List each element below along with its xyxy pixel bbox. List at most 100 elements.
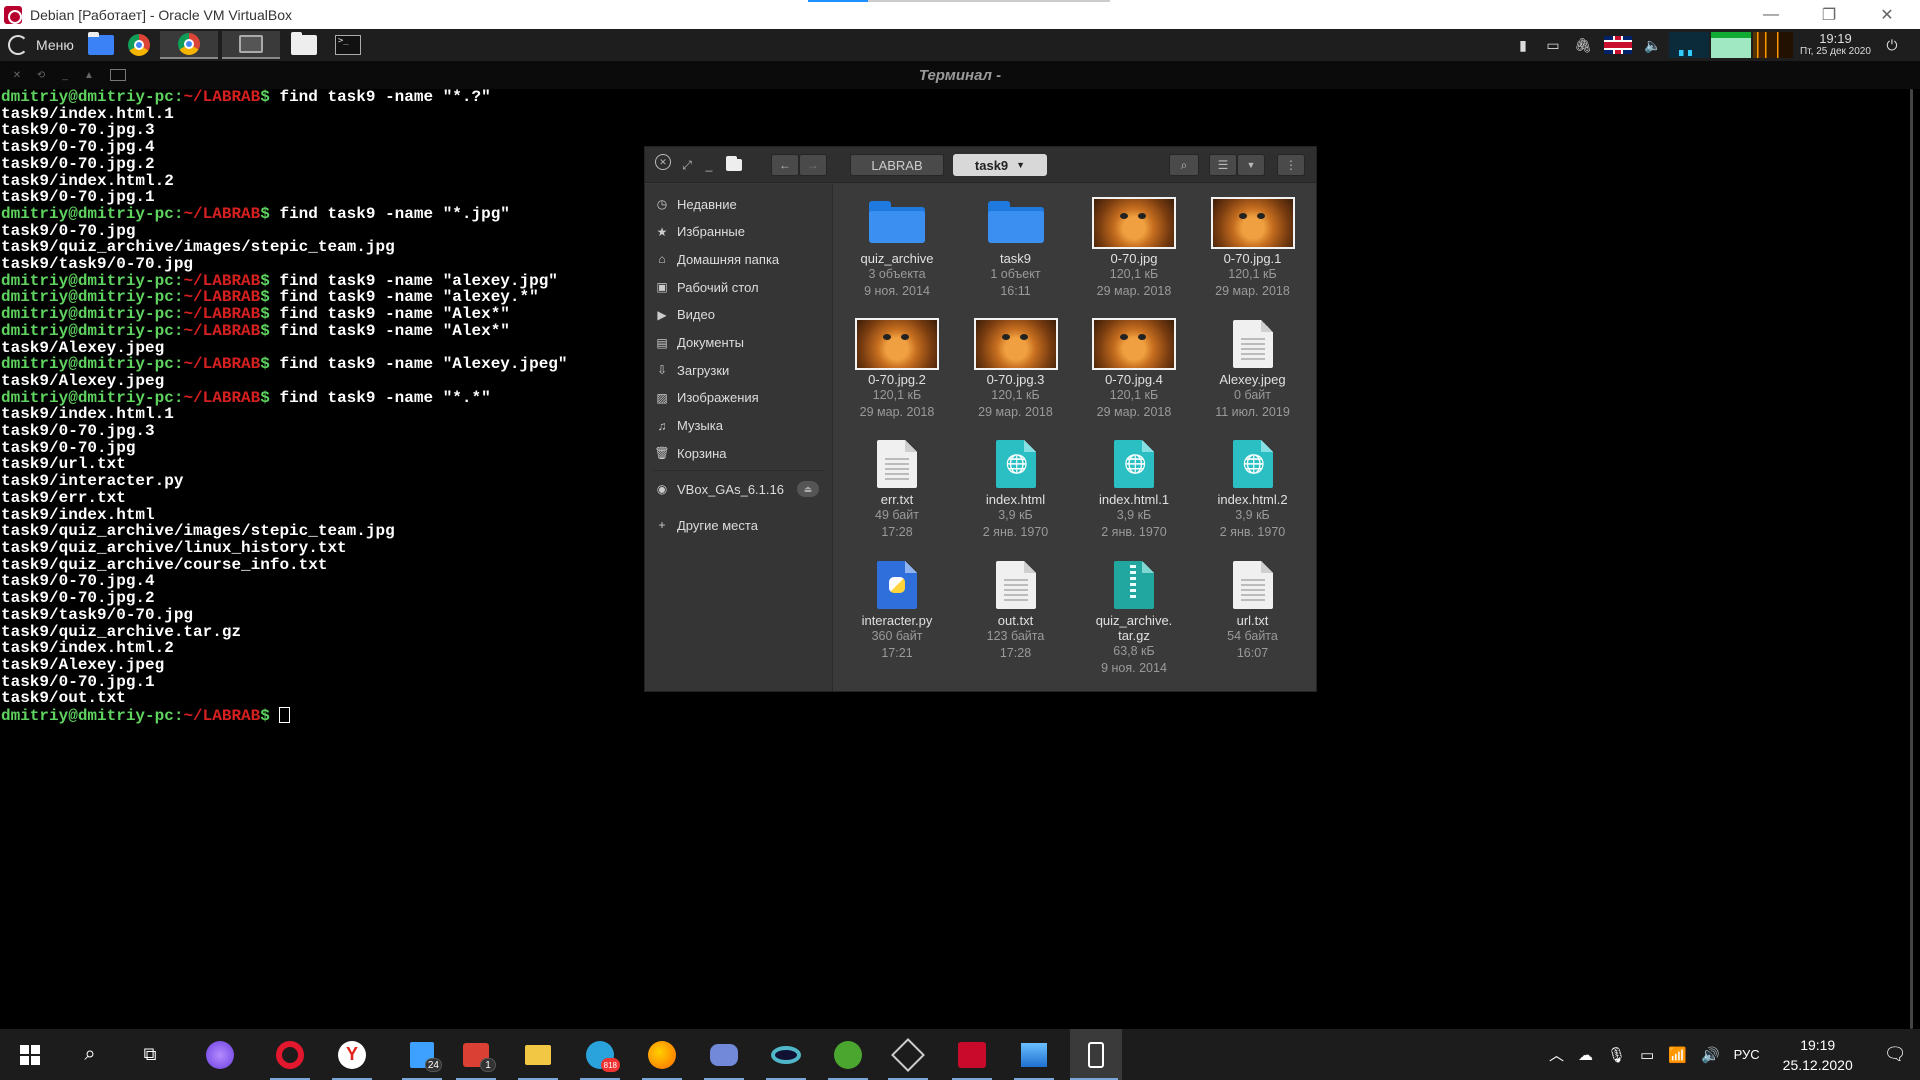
eject-icon[interactable]: ⏏ (797, 481, 819, 498)
power-icon[interactable]: ⏻ (1882, 35, 1902, 55)
launcher-chrome[interactable] (122, 31, 156, 59)
file-item[interactable]: url.txt 54 байта 16:07 (1198, 560, 1308, 662)
view-list-button[interactable]: ☰ (1209, 154, 1237, 176)
menu-button[interactable]: ⋮ (1277, 154, 1305, 176)
taskbar-todoist[interactable]: 1 (452, 1029, 500, 1080)
minimize-button[interactable]: — (1748, 0, 1794, 29)
window-files[interactable] (284, 31, 324, 59)
taskbar-explorer[interactable] (514, 1029, 562, 1080)
window-screenshot[interactable] (221, 31, 280, 59)
minimize-icon[interactable]: _ (701, 154, 717, 176)
view-options-button[interactable]: ▼ (1237, 154, 1265, 176)
sidebar-item-6[interactable]: ▤ Документы (655, 333, 825, 353)
window-terminal[interactable]: >_ (328, 31, 368, 59)
volume-icon[interactable]: 🔈 (1643, 35, 1663, 55)
close-icon[interactable]: ✕ (10, 68, 24, 82)
keyboard-layout-flag-icon[interactable] (1603, 35, 1633, 55)
task-view-button[interactable]: ⧉ (126, 1029, 174, 1080)
close-button[interactable]: ✕ (1864, 0, 1910, 29)
file-item[interactable]: index.html.23,9 кБ 2 янв. 1970 (1198, 440, 1308, 541)
file-item[interactable]: index.html3,9 кБ 2 янв. 1970 (961, 440, 1071, 541)
taskbar-debian[interactable] (948, 1029, 996, 1080)
taskbar-files[interactable]: 24 (398, 1029, 446, 1080)
display-icon[interactable]: ▭ (1543, 35, 1563, 55)
file-item[interactable]: task9 1 объект 16:11 (961, 199, 1071, 300)
chevron-up-icon[interactable]: ︿ (1549, 1044, 1564, 1065)
maximize-icon[interactable]: ▲ (82, 68, 96, 82)
file-item[interactable]: 0-70.jpg 120,1 кБ 29 мар. 2018 (1079, 197, 1189, 300)
file-name: err.txt (880, 492, 914, 507)
back-button[interactable]: ← (771, 154, 799, 176)
taskbar-alice[interactable] (196, 1029, 244, 1080)
taskbar-utorrent[interactable] (824, 1029, 872, 1080)
restore-button[interactable]: ❐ (1806, 0, 1852, 29)
screen-icon (238, 35, 263, 53)
sidebar-item-3[interactable]: ⌂ Домашняя папка (655, 249, 825, 269)
taskbar-yandex[interactable]: Y (328, 1029, 376, 1080)
microphone-icon[interactable]: 🎙 (1607, 1046, 1626, 1064)
restore-icon[interactable]: ⟲ (34, 68, 48, 82)
windows-clock[interactable]: 19:19 25.12.2020 (1783, 1035, 1853, 1075)
sidebar-item-4[interactable]: ▣ Рабочий стол (655, 277, 825, 297)
taskbar-music[interactable] (638, 1029, 686, 1080)
file-name: 0-70.jpg.3 (986, 371, 1045, 387)
file-item[interactable]: 0-70.jpg.1 120,1 кБ 29 мар. 2018 (1198, 197, 1308, 300)
download-icon: ⇩ (656, 363, 668, 378)
close-icon[interactable]: ✕ (655, 154, 671, 170)
taskbar-your-phone[interactable] (1070, 1029, 1122, 1080)
terminal-scrollbar[interactable] (1910, 89, 1913, 1029)
file-item[interactable]: out.txt 123 байта 17:28 (961, 560, 1071, 662)
search-button[interactable]: ⌕ (1169, 154, 1199, 176)
restore-icon[interactable]: ⤢ (679, 154, 695, 176)
line-text: task9/index.html.2 (1, 639, 174, 658)
forward-button[interactable]: → (799, 154, 827, 176)
breadcrumb-task9[interactable]: task9 ▼ (953, 154, 1047, 176)
folder-icon (290, 32, 317, 55)
file-item[interactable]: err.txt 49 байт 17:28 (842, 440, 952, 541)
prompt-user: dmitriy@dmitriy-pc: (1, 388, 184, 407)
window-chrome[interactable] (159, 31, 218, 59)
wifi-icon[interactable]: 📶 (1668, 1046, 1687, 1064)
sidebar-item-7[interactable]: ⇩ Загрузки (655, 360, 825, 380)
taskbar-opera[interactable] (266, 1029, 314, 1080)
sidebar-item-1[interactable]: ◷ Недавние (655, 194, 825, 214)
notifications-icon[interactable]: 🗨 (1884, 1044, 1907, 1065)
sidebar-item-5[interactable]: ▶ Видео (655, 305, 825, 325)
file-date: 2 янв. 1970 (982, 525, 1049, 539)
file-item[interactable]: index.html.13,9 кБ 2 янв. 1970 (1079, 440, 1189, 541)
line-text: task9/0-70.jpg (1, 438, 136, 457)
file-item[interactable]: 0-70.jpg.3 120,1 кБ 29 мар. 2018 (961, 317, 1071, 421)
sidebar-item-9[interactable]: ♫ Музыка (655, 416, 825, 436)
file-item[interactable]: quiz_archive. tar.gz 63,8 кБ 9 ноя. 2014 (1079, 560, 1189, 677)
paperclip-icon[interactable]: 🖇 (1573, 35, 1593, 55)
sidebar-item-12[interactable]: + Другие места (655, 515, 825, 535)
notification-icon[interactable]: ▮ (1513, 35, 1533, 55)
sidebar-item-2[interactable]: ★ Избранные (655, 222, 825, 242)
taskbar-virtualbox-cube[interactable] (884, 1029, 932, 1080)
menu-button[interactable]: Меню (0, 29, 82, 61)
taskbar-telegram[interactable]: 818 (576, 1029, 624, 1080)
speaker-icon[interactable]: 🔊 (1701, 1046, 1720, 1064)
taskbar-eye-app[interactable] (762, 1029, 810, 1080)
launcher-files[interactable] (84, 31, 118, 59)
minimize-icon[interactable]: _ (58, 68, 72, 82)
input-language[interactable]: РУС (1734, 1047, 1760, 1062)
guest-clock[interactable]: 19:19 Пт, 25 дек 2020 (1800, 32, 1871, 58)
taskbar-photos[interactable] (1010, 1029, 1058, 1080)
sidebar-item-11[interactable]: ◉ VBox_GAs_6.1.16 ⏏ (655, 479, 825, 499)
search-button[interactable]: ⌕ (66, 1029, 114, 1080)
file-item[interactable]: interacter.py 360 байт 17:21 (842, 560, 952, 662)
breadcrumb-labrab[interactable]: LABRAB (850, 154, 944, 176)
battery-icon[interactable]: ▭ (1640, 1046, 1654, 1064)
file-item[interactable]: 0-70.jpg.4 120,1 кБ 29 мар. 2018 (1079, 317, 1189, 421)
file-item[interactable]: 0-70.jpg.2 120,1 кБ 29 мар. 2018 (842, 317, 952, 421)
terminal-title-bar: ✕ ⟲ _ ▲ Терминал - (0, 61, 1920, 89)
fullscreen-icon[interactable] (110, 69, 126, 81)
start-button[interactable] (6, 1029, 54, 1080)
sidebar-item-8[interactable]: ▨ Изображения (655, 388, 825, 408)
file-item[interactable]: Alexey.jpeg 0 байт 11 июл. 2019 (1198, 319, 1308, 421)
taskbar-discord[interactable] (700, 1029, 748, 1080)
file-item[interactable]: quiz_archive 3 объекта 9 ноя. 2014 (842, 199, 952, 300)
sidebar-item-10[interactable]: 🗑 Корзина (654, 443, 825, 463)
cloud-icon[interactable]: ☁ (1578, 1046, 1593, 1064)
